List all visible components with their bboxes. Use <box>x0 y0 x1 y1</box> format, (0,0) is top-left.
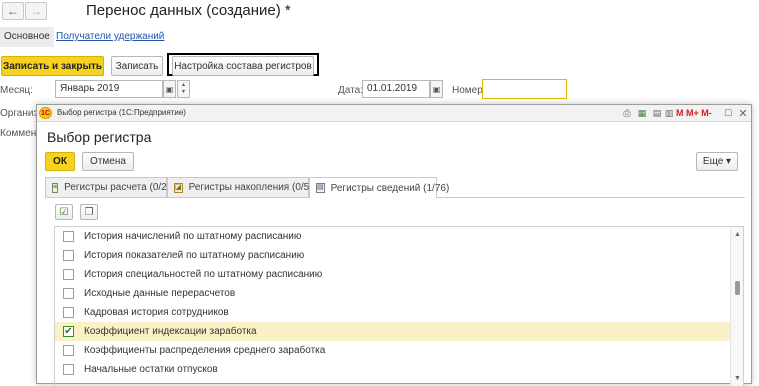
tab-label: Регистры сведений (1/76) <box>330 182 450 194</box>
list-item-label: Кадровая история сотрудников <box>84 307 229 318</box>
check-all-icon: ☑ <box>59 206 69 218</box>
checkbox-checked[interactable]: ✔ <box>63 326 74 337</box>
list-item[interactable]: Коэффициенты распределения среднего зара… <box>55 341 731 360</box>
month-field[interactable]: Январь 2019 <box>55 80 163 98</box>
list-item-label: Коэффициенты распределения среднего зара… <box>84 345 326 356</box>
tab-label: Регистры накопления (0/54) <box>188 182 319 193</box>
close-icon[interactable]: ✕ <box>737 107 749 120</box>
tab-info-registers[interactable]: ▤ Регистры сведений (1/76) <box>309 177 449 198</box>
list-item-selected[interactable]: ✔ Коэффициент индексации заработка <box>55 322 731 341</box>
checkbox[interactable] <box>63 364 74 375</box>
check-all-button[interactable]: ☑ <box>55 204 73 220</box>
date-field[interactable]: 01.01.2019 <box>362 80 430 98</box>
memory-buttons[interactable]: M M+ M- <box>676 108 712 118</box>
back-button[interactable]: ← <box>2 2 24 20</box>
dialog-titlebar: 1С Выбор регистра (1С:Предприятие) ⎙ ▦ ▤… <box>37 105 751 122</box>
calendar-icon[interactable]: ▣ <box>430 80 443 98</box>
save-button[interactable]: Записать <box>111 56 163 76</box>
calendar-icon[interactable]: ▤ <box>651 107 663 119</box>
list-item-label: Коэффициент индексации заработка <box>84 326 257 337</box>
number-field[interactable] <box>482 79 567 99</box>
tab-main[interactable]: Основное <box>0 27 54 47</box>
calc-register-icon: ≡ <box>52 182 59 193</box>
forward-button[interactable]: → <box>25 2 47 20</box>
list-item[interactable]: Исходные данные перерасчетов <box>55 284 731 303</box>
list-scrollbar[interactable]: ▲ ▼ <box>730 227 743 386</box>
tab-label: Регистры расчета (0/2) <box>64 182 171 193</box>
list-item[interactable]: История специальностей по штатному распи… <box>55 265 731 284</box>
cancel-button[interactable]: Отмена <box>82 152 134 171</box>
list-item[interactable]: Кадровая история сотрудников <box>55 303 731 322</box>
arrow-right-icon: → <box>30 4 42 18</box>
register-list: История начислений по штатному расписани… <box>54 226 744 386</box>
uncheck-all-button[interactable]: ❐ <box>80 204 98 220</box>
list-item-label: История специальностей по штатному распи… <box>84 269 323 280</box>
list-item[interactable]: История показателей по штатному расписан… <box>55 246 731 265</box>
arrow-left-icon: ← <box>7 4 19 18</box>
list-item-label: Исходные данные перерасчетов <box>84 288 236 299</box>
tab-accumulation-registers[interactable]: ◪ Регистры накопления (0/54) <box>167 177 318 197</box>
checkbox[interactable] <box>63 250 74 261</box>
info-register-icon: ▤ <box>316 183 325 193</box>
date-label: Дата: <box>338 85 363 96</box>
maximize-icon[interactable]: ☐ <box>722 107 734 119</box>
window-title: Выбор регистра (1С:Предприятие) <box>57 108 186 117</box>
number-label: Номер: <box>452 85 486 96</box>
checkbox[interactable] <box>63 307 74 318</box>
organization-label: Организ <box>0 108 39 119</box>
dialog-heading: Выбор регистра <box>47 129 152 145</box>
checkbox[interactable] <box>63 345 74 356</box>
save-and-close-button[interactable]: Записать и закрыть <box>1 56 104 76</box>
ok-button[interactable]: ОК <box>45 152 75 171</box>
scroll-up-icon[interactable]: ▲ <box>731 229 743 239</box>
uncheck-all-icon: ❐ <box>84 206 94 218</box>
tab-calc-registers[interactable]: ≡ Регистры расчета (0/2) <box>45 177 171 197</box>
form-title: Перенос данных (создание) * <box>86 2 291 19</box>
month-spin-button[interactable]: ▴ ▾ <box>177 80 190 98</box>
print-icon[interactable]: ⎙ <box>621 107 633 119</box>
list-item-label: История показателей по штатному расписан… <box>84 250 305 261</box>
more-button[interactable]: Еще ▾ <box>696 152 738 171</box>
month-label: Месяц: <box>0 85 33 96</box>
scroll-down-icon[interactable]: ▼ <box>731 373 743 383</box>
register-selection-dialog: 1С Выбор регистра (1С:Предприятие) ⎙ ▦ ▤… <box>36 104 752 386</box>
calendar-icon[interactable]: ▣ <box>163 80 176 98</box>
checkbox[interactable] <box>63 269 74 280</box>
calculator-icon[interactable]: ▥ <box>663 107 675 119</box>
register-settings-button[interactable]: Настройка состава регистров <box>172 56 314 76</box>
scroll-thumb[interactable] <box>735 281 740 295</box>
tab-deduction-recipients[interactable]: Получатели удержаний <box>56 31 164 42</box>
spreadsheet-icon[interactable]: ▦ <box>636 107 648 119</box>
list-item-label: История начислений по штатному расписани… <box>84 231 302 242</box>
list-item[interactable]: История начислений по штатному расписани… <box>55 227 731 246</box>
list-item-label: Начальные остатки отпусков <box>84 364 218 375</box>
checkbox[interactable] <box>63 288 74 299</box>
accum-register-icon: ◪ <box>174 182 183 193</box>
list-item[interactable]: Начальные остатки отпусков <box>55 360 731 379</box>
1c-logo-icon: 1С <box>39 107 52 119</box>
checkbox[interactable] <box>63 231 74 242</box>
